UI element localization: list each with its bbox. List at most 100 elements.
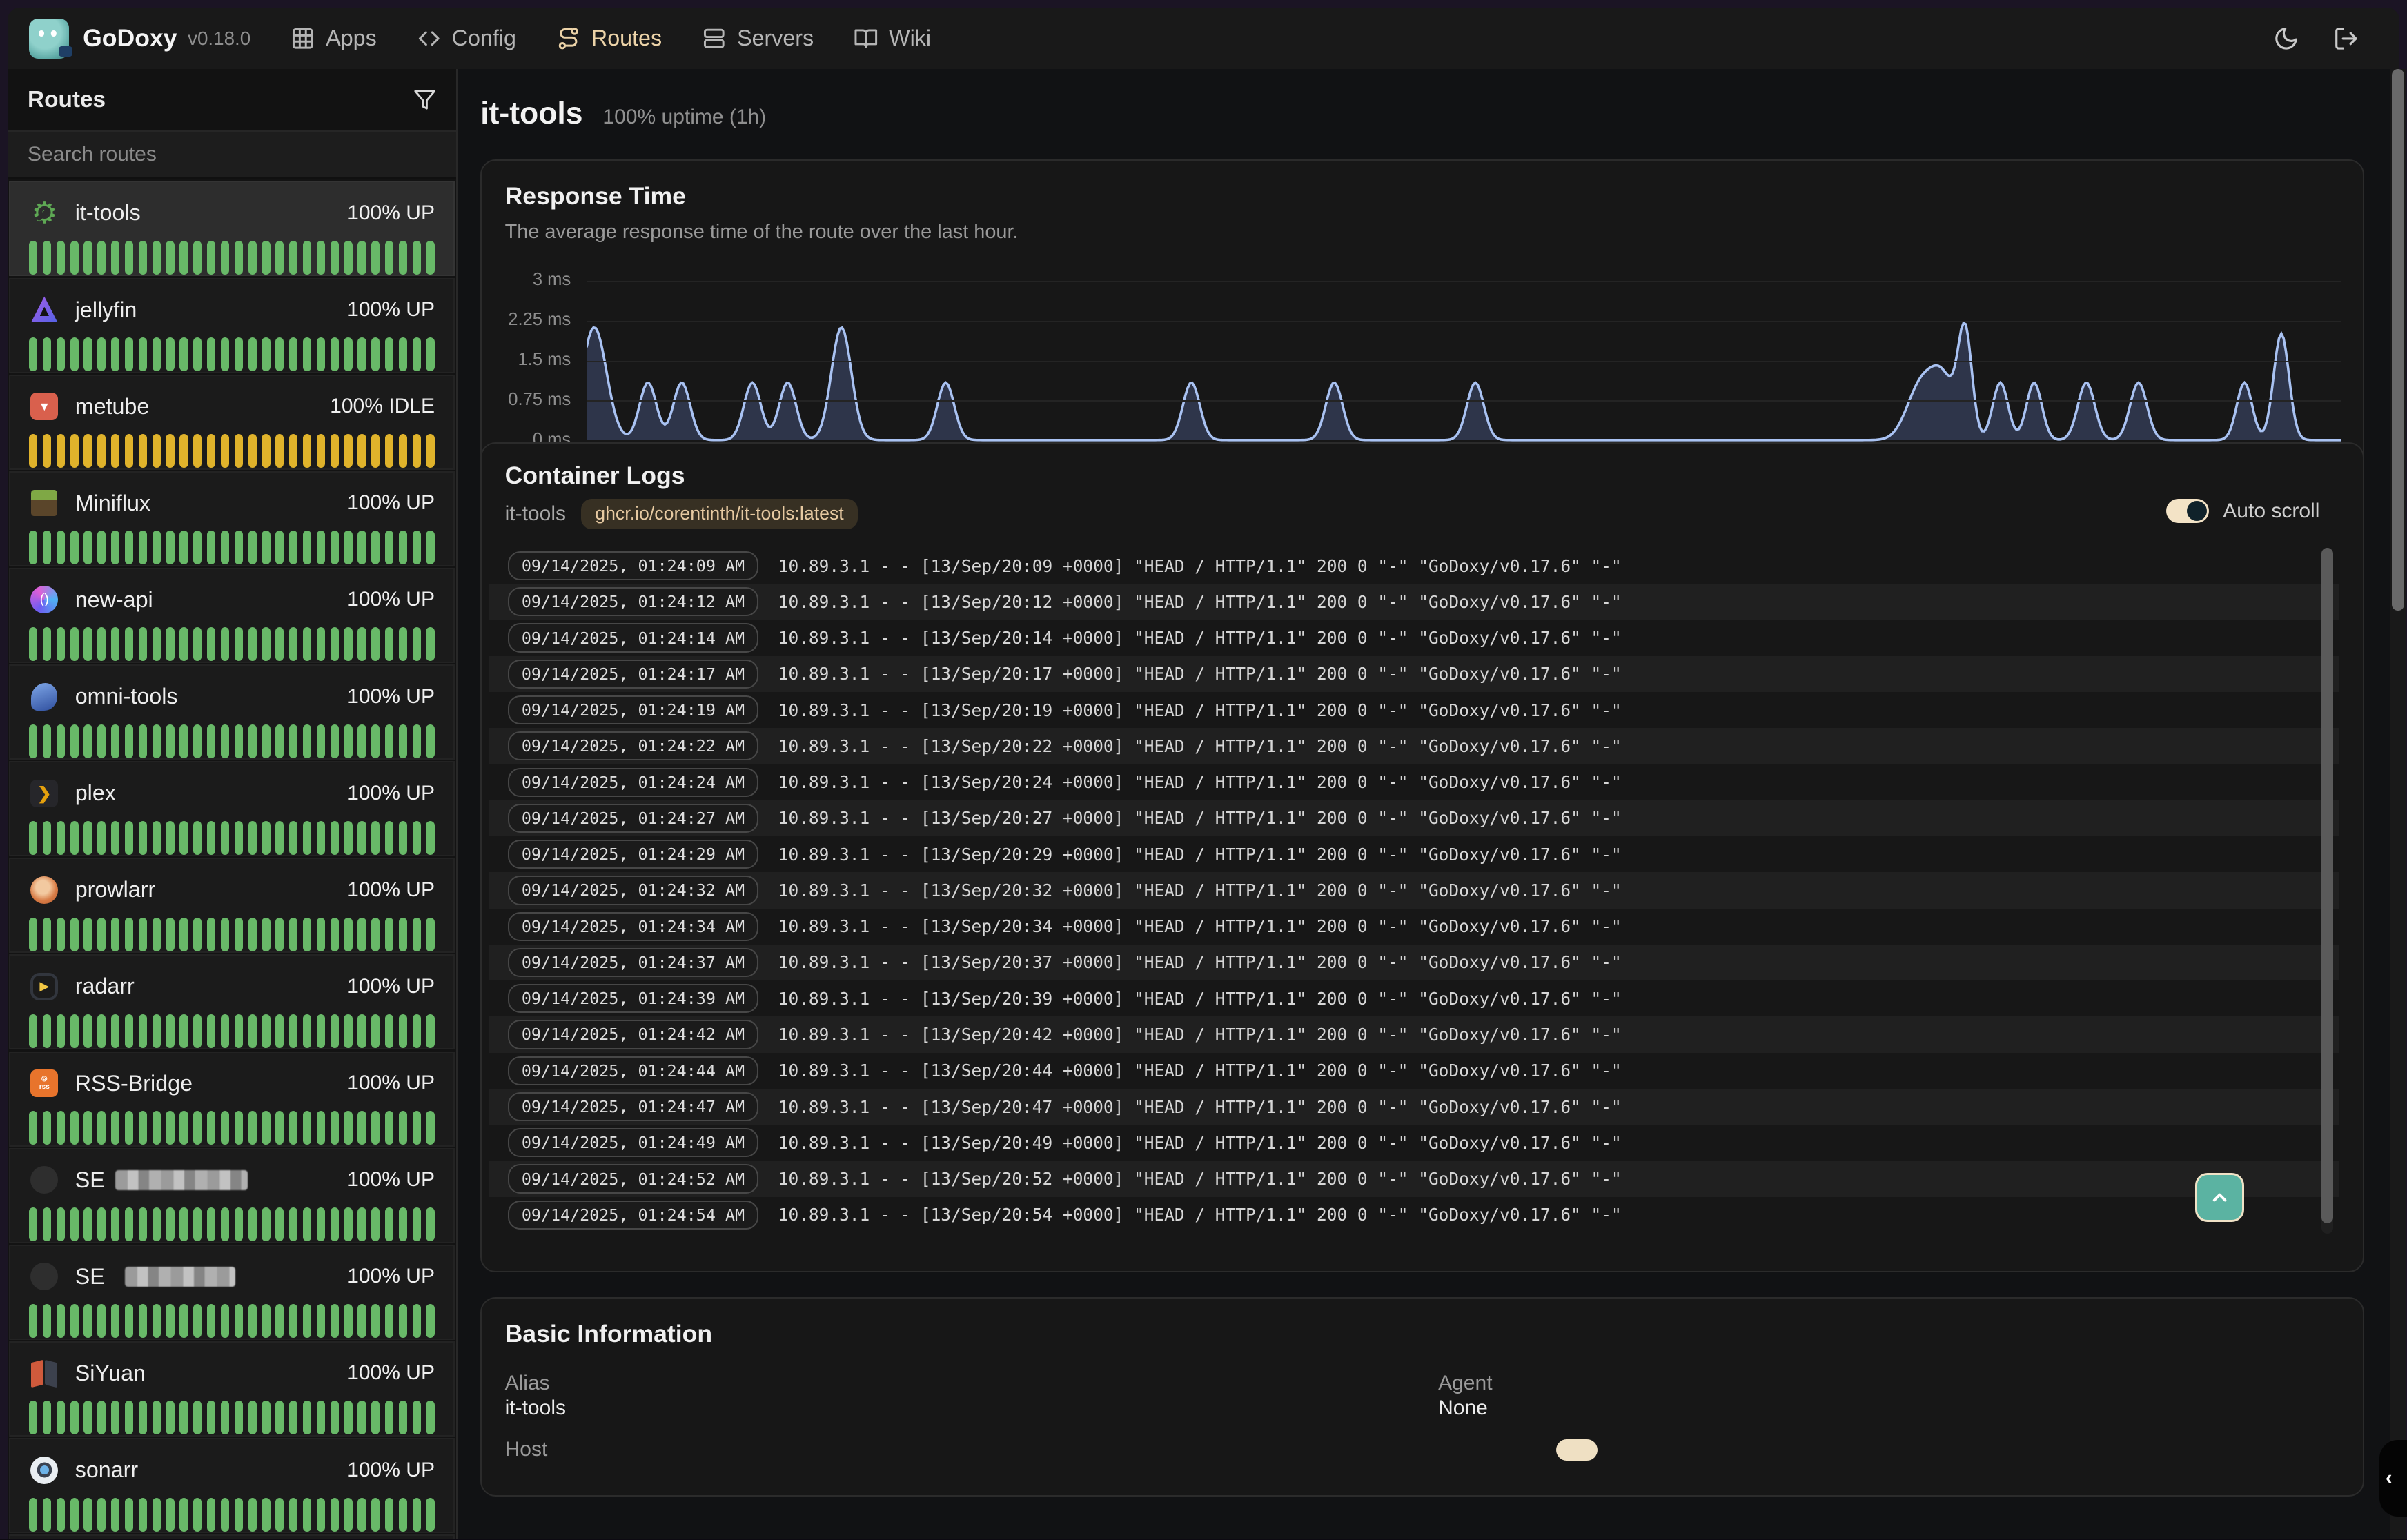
filter-icon[interactable] — [413, 88, 436, 111]
sidebar-route-new-api[interactable]: ()new-api100% UP — [9, 568, 454, 663]
navbar-right — [2273, 26, 2377, 52]
sidebar-route-partial[interactable] — [9, 1534, 454, 1539]
log-message: 10.89.3.1 - - [13/Sep/20:32 +0000] "HEAD… — [778, 880, 1622, 900]
log-timestamp: 09/14/2025, 01:24:44 AM — [508, 1056, 758, 1085]
logout-icon[interactable] — [2333, 26, 2359, 52]
uptime-bars — [29, 1498, 435, 1532]
server-icon — [702, 26, 727, 51]
chevron-left-icon: ‹ — [2386, 1467, 2393, 1490]
log-message: 10.89.3.1 - - [13/Sep/20:24 +0000] "HEAD… — [778, 772, 1622, 792]
siyuan-icon — [29, 1358, 59, 1388]
alias-label: Alias — [505, 1372, 550, 1395]
jellyfin-icon — [29, 295, 59, 325]
uptime-bars — [29, 627, 435, 661]
uptime-bars — [29, 918, 435, 951]
log-row: 09/14/2025, 01:24:52 AM10.89.3.1 - - [13… — [489, 1161, 2339, 1196]
y-axis-tick: 3 ms — [482, 270, 571, 290]
sidebar-route-redacted-11[interactable]: SE100% UP — [9, 1245, 454, 1340]
log-row: 09/14/2025, 01:24:12 AM10.89.3.1 - - [13… — [489, 584, 2339, 620]
app-version: v0.18.0 — [188, 28, 250, 50]
auto-scroll-toggle[interactable] — [2166, 499, 2209, 524]
route-status: 100% UP — [347, 782, 435, 805]
log-row: 09/14/2025, 01:24:34 AM10.89.3.1 - - [13… — [489, 909, 2339, 945]
sidebar-route-omni-tools[interactable]: omni-tools100% UP — [9, 664, 454, 760]
book-icon — [854, 26, 878, 51]
log-scrollbar-thumb[interactable] — [2321, 548, 2334, 1223]
log-timestamp: 09/14/2025, 01:24:39 AM — [508, 984, 758, 1013]
app-shell: Routes ⚙it-tools100% UPjellyfin100% UP▼m… — [8, 69, 2399, 1539]
search-routes-input[interactable] — [28, 143, 436, 166]
log-timestamp: 09/14/2025, 01:24:19 AM — [508, 695, 758, 724]
sidebar-route-it-tools[interactable]: ⚙it-tools100% UP — [9, 181, 454, 276]
route-name: radarr — [75, 974, 135, 999]
sidebar-route-siyuan[interactable]: SiYuan100% UP — [9, 1341, 454, 1437]
prowlarr-icon — [29, 875, 59, 905]
route-icon — [556, 26, 581, 51]
nav-item-apps[interactable]: Apps — [291, 26, 377, 51]
godoxy-logo-icon — [29, 19, 69, 59]
route-status: 100% UP — [347, 1265, 435, 1288]
log-row: 09/14/2025, 01:24:27 AM10.89.3.1 - - [13… — [489, 800, 2339, 836]
code-icon — [417, 26, 442, 51]
scroll-to-top-button[interactable] — [2195, 1173, 2244, 1222]
nav-item-routes[interactable]: Routes — [556, 26, 662, 51]
nav-item-servers[interactable]: Servers — [702, 26, 814, 51]
route-status: 100% IDLE — [330, 395, 435, 418]
log-message: 10.89.3.1 - - [13/Sep/20:19 +0000] "HEAD… — [778, 700, 1622, 720]
container-image-badge: ghcr.io/corentinth/it-tools:latest — [581, 499, 858, 529]
nav-item-wiki[interactable]: Wiki — [854, 26, 931, 51]
log-timestamp: 09/14/2025, 01:24:42 AM — [508, 1020, 758, 1049]
dark-mode-toggle-moon-icon[interactable] — [2273, 26, 2299, 52]
page-scrollbar[interactable] — [2390, 69, 2406, 1539]
uptime-bars — [29, 1111, 435, 1145]
y-axis-tick: 0.75 ms — [482, 390, 571, 410]
grid-icon — [291, 26, 315, 51]
sidebar-route-metube[interactable]: ▼metube100% IDLE — [9, 375, 454, 470]
nav-item-label: Routes — [591, 26, 662, 51]
nav-item-config[interactable]: Config — [417, 26, 516, 51]
chart-gridline — [587, 400, 2341, 402]
log-list: 09/14/2025, 01:24:09 AM10.89.3.1 - - [13… — [489, 548, 2339, 1233]
log-message: 10.89.3.1 - - [13/Sep/20:27 +0000] "HEAD… — [778, 808, 1622, 828]
chevron-up-icon — [2209, 1187, 2230, 1208]
log-row: 09/14/2025, 01:24:22 AM10.89.3.1 - - [13… — [489, 728, 2339, 764]
drawer-handle[interactable]: ‹ — [2379, 1440, 2407, 1517]
uptime-bars — [29, 1304, 435, 1338]
routes-header: Routes — [8, 69, 456, 132]
sidebar-route-rss-bridge[interactable]: ◎rssRSS-Bridge100% UP — [9, 1052, 454, 1147]
sidebar-route-sonarr[interactable]: sonarr100% UP — [9, 1438, 454, 1533]
search-row — [8, 132, 456, 179]
route-name: Miniflux — [75, 491, 150, 516]
log-scrollbar[interactable] — [2321, 548, 2334, 1234]
plex-icon: ❯ — [29, 778, 59, 808]
route-name: it-tools — [75, 200, 141, 226]
route-name: new-api — [75, 587, 153, 613]
uptime-bars — [29, 1401, 435, 1434]
sidebar-route-redacted-10[interactable]: SE100% UP — [9, 1148, 454, 1243]
log-message: 10.89.3.1 - - [13/Sep/20:14 +0000] "HEAD… — [778, 628, 1622, 648]
chart-gridline — [587, 321, 2341, 322]
page-scrollbar-thumb[interactable] — [2392, 69, 2404, 611]
sidebar-route-plex[interactable]: ❯plex100% UP — [9, 761, 454, 856]
routes-sidebar: Routes ⚙it-tools100% UPjellyfin100% UP▼m… — [8, 69, 458, 1539]
miniflux-icon — [29, 488, 59, 518]
radarr-icon: ▶ — [29, 971, 59, 1002]
uptime-bars — [29, 337, 435, 371]
log-message: 10.89.3.1 - - [13/Sep/20:47 +0000] "HEAD… — [778, 1097, 1622, 1117]
log-timestamp: 09/14/2025, 01:24:29 AM — [508, 840, 758, 869]
uptime-summary: 100% uptime (1h) — [602, 106, 766, 129]
route-status: 100% UP — [347, 878, 435, 902]
nav-item-label: Config — [452, 26, 516, 51]
log-row: 09/14/2025, 01:24:09 AM10.89.3.1 - - [13… — [489, 548, 2339, 584]
route-name: sonarr — [75, 1457, 138, 1483]
log-row: 09/14/2025, 01:24:42 AM10.89.3.1 - - [13… — [489, 1016, 2339, 1052]
sidebar-route-prowlarr[interactable]: prowlarr100% UP — [9, 858, 454, 953]
route-status: 100% UP — [347, 975, 435, 998]
sidebar-route-jellyfin[interactable]: jellyfin100% UP — [9, 278, 454, 373]
sidebar-route-miniflux[interactable]: Miniflux100% UP — [9, 471, 454, 566]
sidebar-route-radarr[interactable]: ▶ radarr 100% UP — [9, 954, 454, 1049]
uptime-bars — [29, 1014, 435, 1048]
nav-item-label: Apps — [326, 26, 377, 51]
log-message: 10.89.3.1 - - [13/Sep/20:44 +0000] "HEAD… — [778, 1060, 1622, 1080]
toggle-knob — [2187, 501, 2207, 521]
